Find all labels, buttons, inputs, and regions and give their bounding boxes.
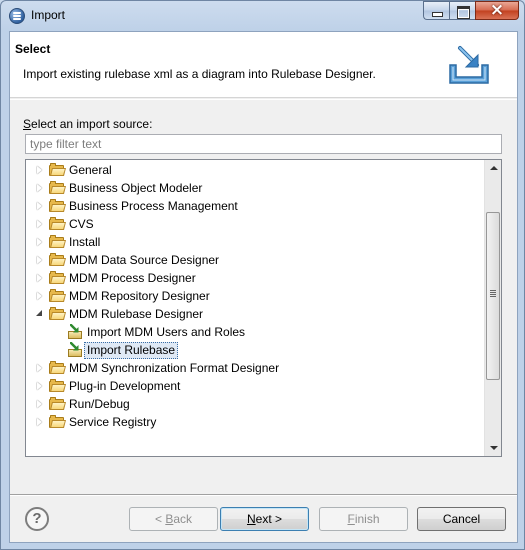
- import-dialog-window: Import Select Import existing rulebase x…: [0, 0, 525, 550]
- minimize-button[interactable]: [423, 1, 449, 20]
- expand-arrow-icon[interactable]: [34, 251, 46, 269]
- scroll-up-arrow[interactable]: [485, 160, 501, 177]
- tree-item-label: Import MDM Users and Roles: [87, 325, 246, 339]
- page-title: Select: [15, 42, 51, 56]
- tree-item-label: MDM Repository Designer: [69, 289, 210, 303]
- tree-folder-item[interactable]: Plug-in Development: [26, 377, 485, 395]
- vertical-scrollbar[interactable]: [484, 160, 501, 456]
- back-button-label: ack: [173, 512, 193, 526]
- import-source-label-text: elect an import source:: [31, 117, 153, 131]
- folder-icon: [49, 271, 66, 284]
- folder-icon: [49, 307, 66, 320]
- next-button-label: ext >: [255, 512, 283, 526]
- import-wizard-icon: [449, 46, 489, 84]
- tree-folder-item[interactable]: MDM Process Designer: [26, 269, 485, 287]
- tree-item-label: CVS: [69, 217, 94, 231]
- tree-item-label: MDM Rulebase Designer: [69, 307, 204, 321]
- folder-icon: [49, 289, 66, 302]
- finish-button[interactable]: Finish: [319, 507, 408, 531]
- expand-arrow-icon[interactable]: [34, 233, 46, 251]
- tree-item-label: MDM Process Designer: [69, 271, 196, 285]
- finish-button-mnemonic: F: [347, 512, 355, 526]
- tree-item-label: Plug-in Development: [69, 379, 181, 393]
- folder-icon: [49, 163, 66, 176]
- expand-arrow-icon[interactable]: [34, 395, 46, 413]
- maximize-button[interactable]: [449, 1, 475, 20]
- import-source-tree[interactable]: General Business Object Modeler Business P…: [25, 159, 502, 457]
- tree-rows: General Business Object Modeler Business P…: [26, 161, 485, 431]
- folder-icon: [49, 217, 66, 230]
- window-controls: [423, 0, 519, 20]
- expand-arrow-icon[interactable]: [34, 197, 46, 215]
- tree-item-label: Service Registry: [69, 415, 157, 429]
- expand-arrow-icon[interactable]: [34, 269, 46, 287]
- tree-folder-item[interactable]: Install: [26, 233, 485, 251]
- tree-item-label: Run/Debug: [69, 397, 130, 411]
- expand-arrow-icon[interactable]: [34, 413, 46, 431]
- tree-item-label: MDM Synchronization Format Designer: [69, 361, 280, 375]
- title-bar[interactable]: Import: [1, 0, 524, 31]
- import-wizard-item-icon: [67, 342, 83, 358]
- help-icon[interactable]: ?: [25, 507, 49, 531]
- scroll-down-arrow[interactable]: [485, 439, 501, 456]
- tree-item-label: Business Process Management: [69, 199, 238, 213]
- tree-folder-item[interactable]: MDM Repository Designer: [26, 287, 485, 305]
- tree-folder-item[interactable]: General: [26, 161, 485, 179]
- window-title: Import: [31, 8, 66, 22]
- folder-icon: [49, 181, 66, 194]
- folder-icon: [49, 379, 66, 392]
- expand-arrow-icon[interactable]: [34, 377, 46, 395]
- tree-item-label: General: [69, 163, 112, 177]
- tree-folder-item[interactable]: MDM Rulebase Designer: [26, 305, 485, 323]
- expand-arrow-icon[interactable]: [34, 179, 46, 197]
- back-button[interactable]: < Back: [129, 507, 218, 531]
- dialog-client-area: Select Import existing rulebase xml as a…: [9, 31, 518, 543]
- tree-wizard-item[interactable]: Import Rulebase: [26, 341, 485, 359]
- tree-folder-item[interactable]: MDM Data Source Designer: [26, 251, 485, 269]
- page-description: Import existing rulebase xml as a diagra…: [23, 67, 376, 81]
- folder-icon: [49, 397, 66, 410]
- folder-icon: [49, 235, 66, 248]
- expand-arrow-icon[interactable]: [34, 161, 46, 179]
- folder-icon: [49, 253, 66, 266]
- tree-wizard-item[interactable]: Import MDM Users and Roles: [26, 323, 485, 341]
- app-icon: [9, 8, 25, 24]
- cancel-button[interactable]: Cancel: [417, 507, 506, 531]
- import-source-label-mnemonic: S: [23, 117, 32, 131]
- tree-item-label: MDM Data Source Designer: [69, 253, 220, 267]
- expand-arrow-icon[interactable]: [34, 359, 46, 377]
- button-bar-separator-highlight: [10, 495, 517, 496]
- next-button-mnemonic: N: [246, 512, 256, 526]
- finish-button-label: inish: [354, 512, 380, 526]
- tree-item-label: Import Rulebase: [84, 342, 179, 359]
- expand-arrow-icon[interactable]: [34, 215, 46, 233]
- tree-folder-item[interactable]: Run/Debug: [26, 395, 485, 413]
- wizard-banner: Select Import existing rulebase xml as a…: [10, 32, 517, 98]
- tree-item-label: Install: [69, 235, 101, 249]
- tree-folder-item[interactable]: Service Registry: [26, 413, 485, 431]
- banner-separator: [10, 99, 517, 100]
- tree-folder-item[interactable]: CVS: [26, 215, 485, 233]
- folder-icon: [49, 199, 66, 212]
- back-button-prefix: <: [154, 512, 166, 526]
- import-source-label: Select an import source:: [23, 117, 152, 131]
- import-wizard-item-icon: [67, 324, 83, 340]
- collapse-arrow-icon[interactable]: [34, 305, 46, 323]
- tree-folder-item[interactable]: Business Process Management: [26, 197, 485, 215]
- folder-icon: [49, 361, 66, 374]
- close-button[interactable]: [475, 0, 519, 20]
- scroll-thumb[interactable]: [486, 212, 500, 380]
- tree-item-label: Business Object Modeler: [69, 181, 203, 195]
- folder-icon: [49, 415, 66, 428]
- tree-folder-item[interactable]: Business Object Modeler: [26, 179, 485, 197]
- tree-folder-item[interactable]: MDM Synchronization Format Designer: [26, 359, 485, 377]
- expand-arrow-icon[interactable]: [34, 287, 46, 305]
- filter-input[interactable]: [25, 134, 502, 154]
- next-button[interactable]: Next >: [220, 507, 309, 531]
